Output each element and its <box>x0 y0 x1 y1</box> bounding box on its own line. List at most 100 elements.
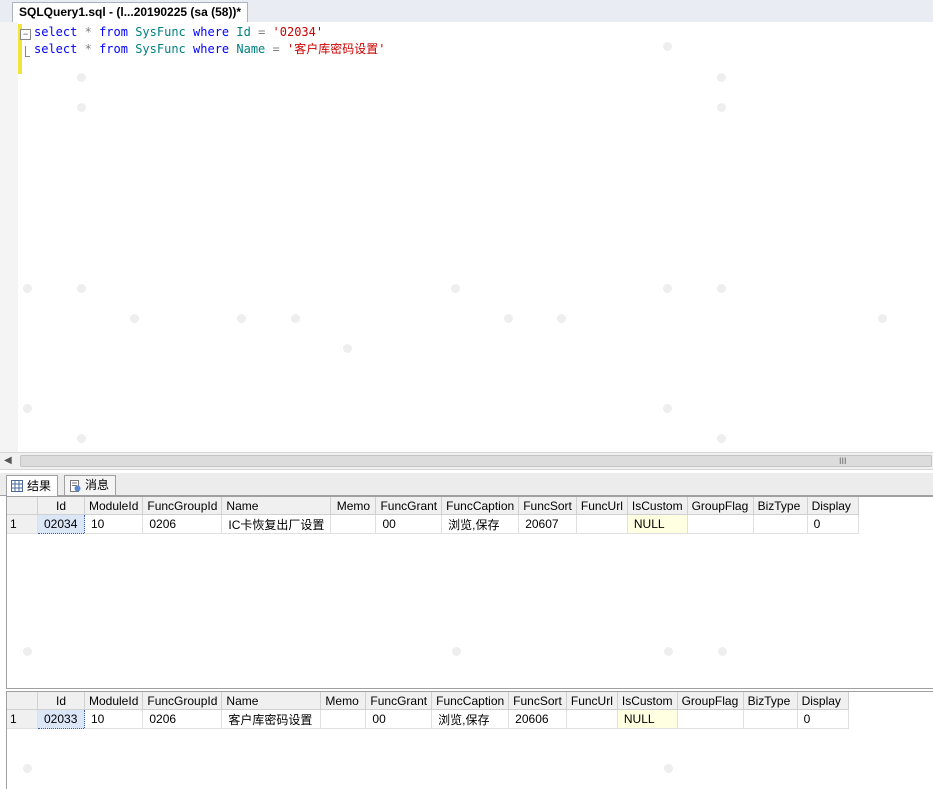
cell-funccaption[interactable]: 浏览,保存 <box>441 514 520 534</box>
watermark-dot <box>291 314 300 323</box>
query-document-tab[interactable]: SQLQuery1.sql - (l...20190225 (sa (58))* <box>12 2 249 22</box>
row-number-header[interactable] <box>7 692 38 710</box>
tab-results-label: 结果 <box>27 478 52 493</box>
watermark-dot <box>23 404 32 413</box>
operator-star: * <box>84 25 92 39</box>
cell-memo[interactable] <box>330 514 377 534</box>
scrollbar-thumb[interactable]: III <box>20 455 932 467</box>
code-line-1[interactable]: select * from SysFunc where Id = '02034' <box>34 24 323 41</box>
column-header-iscustom[interactable]: IsCustom <box>627 497 688 515</box>
table-row[interactable]: 1 02034 10 0206 IC卡恢复出厂设置 00 浏览,保存 20607… <box>7 514 859 534</box>
column-name: Id <box>236 25 251 39</box>
string-literal: '02034' <box>272 25 324 39</box>
column-header-funcsort[interactable]: FuncSort <box>508 692 567 710</box>
row-number-header[interactable] <box>7 497 38 515</box>
column-header-id[interactable]: Id <box>37 692 85 710</box>
cell-funcsort[interactable]: 20606 <box>508 709 567 729</box>
column-name: Name <box>236 42 266 56</box>
column-header-moduleid[interactable]: ModuleId <box>84 692 144 710</box>
operator-equals: = <box>258 25 266 39</box>
cell-id[interactable]: 02034 <box>37 514 85 534</box>
column-header-biztype[interactable]: BizType <box>743 692 798 710</box>
column-header-funcgrant[interactable]: FuncGrant <box>375 497 443 515</box>
message-icon <box>70 479 81 492</box>
cell-groupflag[interactable] <box>677 709 744 729</box>
keyword-from: from <box>99 25 128 39</box>
column-header-memo[interactable]: Memo <box>330 497 377 515</box>
row-number[interactable]: 1 <box>7 514 38 534</box>
row-number[interactable]: 1 <box>7 709 38 729</box>
column-header-name[interactable]: Name <box>221 497 332 515</box>
column-header-row: Id ModuleId FuncGroupId Name Memo FuncGr… <box>7 692 849 710</box>
cell-moduleid[interactable]: 10 <box>84 514 144 534</box>
operator-equals: = <box>272 42 280 56</box>
column-header-display[interactable]: Display <box>797 692 849 710</box>
cell-biztype[interactable] <box>753 514 808 534</box>
cell-name[interactable]: IC卡恢复出厂设置 <box>221 514 332 534</box>
cell-iscustom[interactable]: NULL <box>627 514 688 534</box>
column-header-memo[interactable]: Memo <box>320 692 367 710</box>
cell-funccaption[interactable]: 浏览,保存 <box>431 709 510 729</box>
table-name: SysFunc <box>135 25 186 39</box>
cell-funcgrant[interactable]: 00 <box>375 514 443 534</box>
column-header-funccaption[interactable]: FuncCaption <box>431 692 510 710</box>
cell-funcgroupid[interactable]: 0206 <box>142 709 223 729</box>
cell-groupflag[interactable] <box>687 514 754 534</box>
cell-display[interactable]: 0 <box>797 709 849 729</box>
watermark-dot <box>77 103 86 112</box>
column-header-funcsort[interactable]: FuncSort <box>518 497 577 515</box>
tab-results[interactable]: 结果 <box>6 475 59 496</box>
column-header-biztype[interactable]: BizType <box>753 497 808 515</box>
results-table-2: Id ModuleId FuncGroupId Name Memo FuncGr… <box>7 692 849 729</box>
column-header-display[interactable]: Display <box>807 497 859 515</box>
column-header-funcgroupid[interactable]: FuncGroupId <box>142 497 223 515</box>
column-header-funccaption[interactable]: FuncCaption <box>441 497 520 515</box>
keyword-from: from <box>99 42 128 56</box>
table-row[interactable]: 1 02033 10 0206 客户库密码设置 00 浏览,保存 20606 N… <box>7 709 849 729</box>
results-tab-bar: 结果 消息 <box>0 473 933 496</box>
watermark-dot <box>23 647 32 656</box>
watermark-dot <box>77 73 86 82</box>
column-header-funcurl[interactable]: FuncUrl <box>576 497 628 515</box>
cell-moduleid[interactable]: 10 <box>84 709 144 729</box>
column-header-funcgrant[interactable]: FuncGrant <box>365 692 433 710</box>
cell-iscustom[interactable]: NULL <box>617 709 678 729</box>
cell-funcgrant[interactable]: 00 <box>365 709 433 729</box>
cell-funcgroupid[interactable]: 0206 <box>142 514 223 534</box>
cell-display[interactable]: 0 <box>807 514 859 534</box>
column-header-iscustom[interactable]: IsCustom <box>617 692 678 710</box>
results-grid-2[interactable]: Id ModuleId FuncGroupId Name Memo FuncGr… <box>6 691 933 789</box>
cell-memo[interactable] <box>320 709 367 729</box>
results-grid-1[interactable]: Id ModuleId FuncGroupId Name Memo FuncGr… <box>6 496 933 689</box>
cell-name[interactable]: 客户库密码设置 <box>221 709 322 729</box>
sql-editor[interactable]: − select * from SysFunc where Id = '0203… <box>0 22 933 452</box>
code-line-2[interactable]: select * from SysFunc where Name = '客户库密… <box>34 41 385 58</box>
editor-horizontal-scrollbar[interactable]: ◀ III <box>0 452 933 470</box>
column-header-funcurl[interactable]: FuncUrl <box>566 692 618 710</box>
watermark-dot <box>504 314 513 323</box>
watermark-dot <box>77 434 86 443</box>
column-header-name[interactable]: Name <box>221 692 322 710</box>
watermark-dot <box>663 404 672 413</box>
cell-funcsort[interactable]: 20607 <box>518 514 577 534</box>
cell-id[interactable]: 02033 <box>37 709 85 729</box>
column-header-funcgroupid[interactable]: FuncGroupId <box>142 692 223 710</box>
watermark-dot <box>663 284 672 293</box>
table-name: SysFunc <box>135 42 186 56</box>
scroll-left-icon[interactable]: ◀ <box>4 455 12 466</box>
collapse-icon[interactable]: − <box>20 29 31 40</box>
column-header-groupflag[interactable]: GroupFlag <box>677 692 744 710</box>
watermark-dot <box>717 284 726 293</box>
column-header-groupflag[interactable]: GroupFlag <box>687 497 754 515</box>
cell-funcurl[interactable] <box>566 709 618 729</box>
watermark-dot <box>451 284 460 293</box>
cell-biztype[interactable] <box>743 709 798 729</box>
cell-funcurl[interactable] <box>576 514 628 534</box>
tab-messages[interactable]: 消息 <box>64 475 117 495</box>
grid-icon <box>11 480 23 492</box>
column-header-moduleid[interactable]: ModuleId <box>84 497 144 515</box>
editor-gutter <box>0 22 18 452</box>
column-header-id[interactable]: Id <box>37 497 85 515</box>
watermark-dot <box>664 764 673 773</box>
keyword-where: where <box>193 25 230 39</box>
